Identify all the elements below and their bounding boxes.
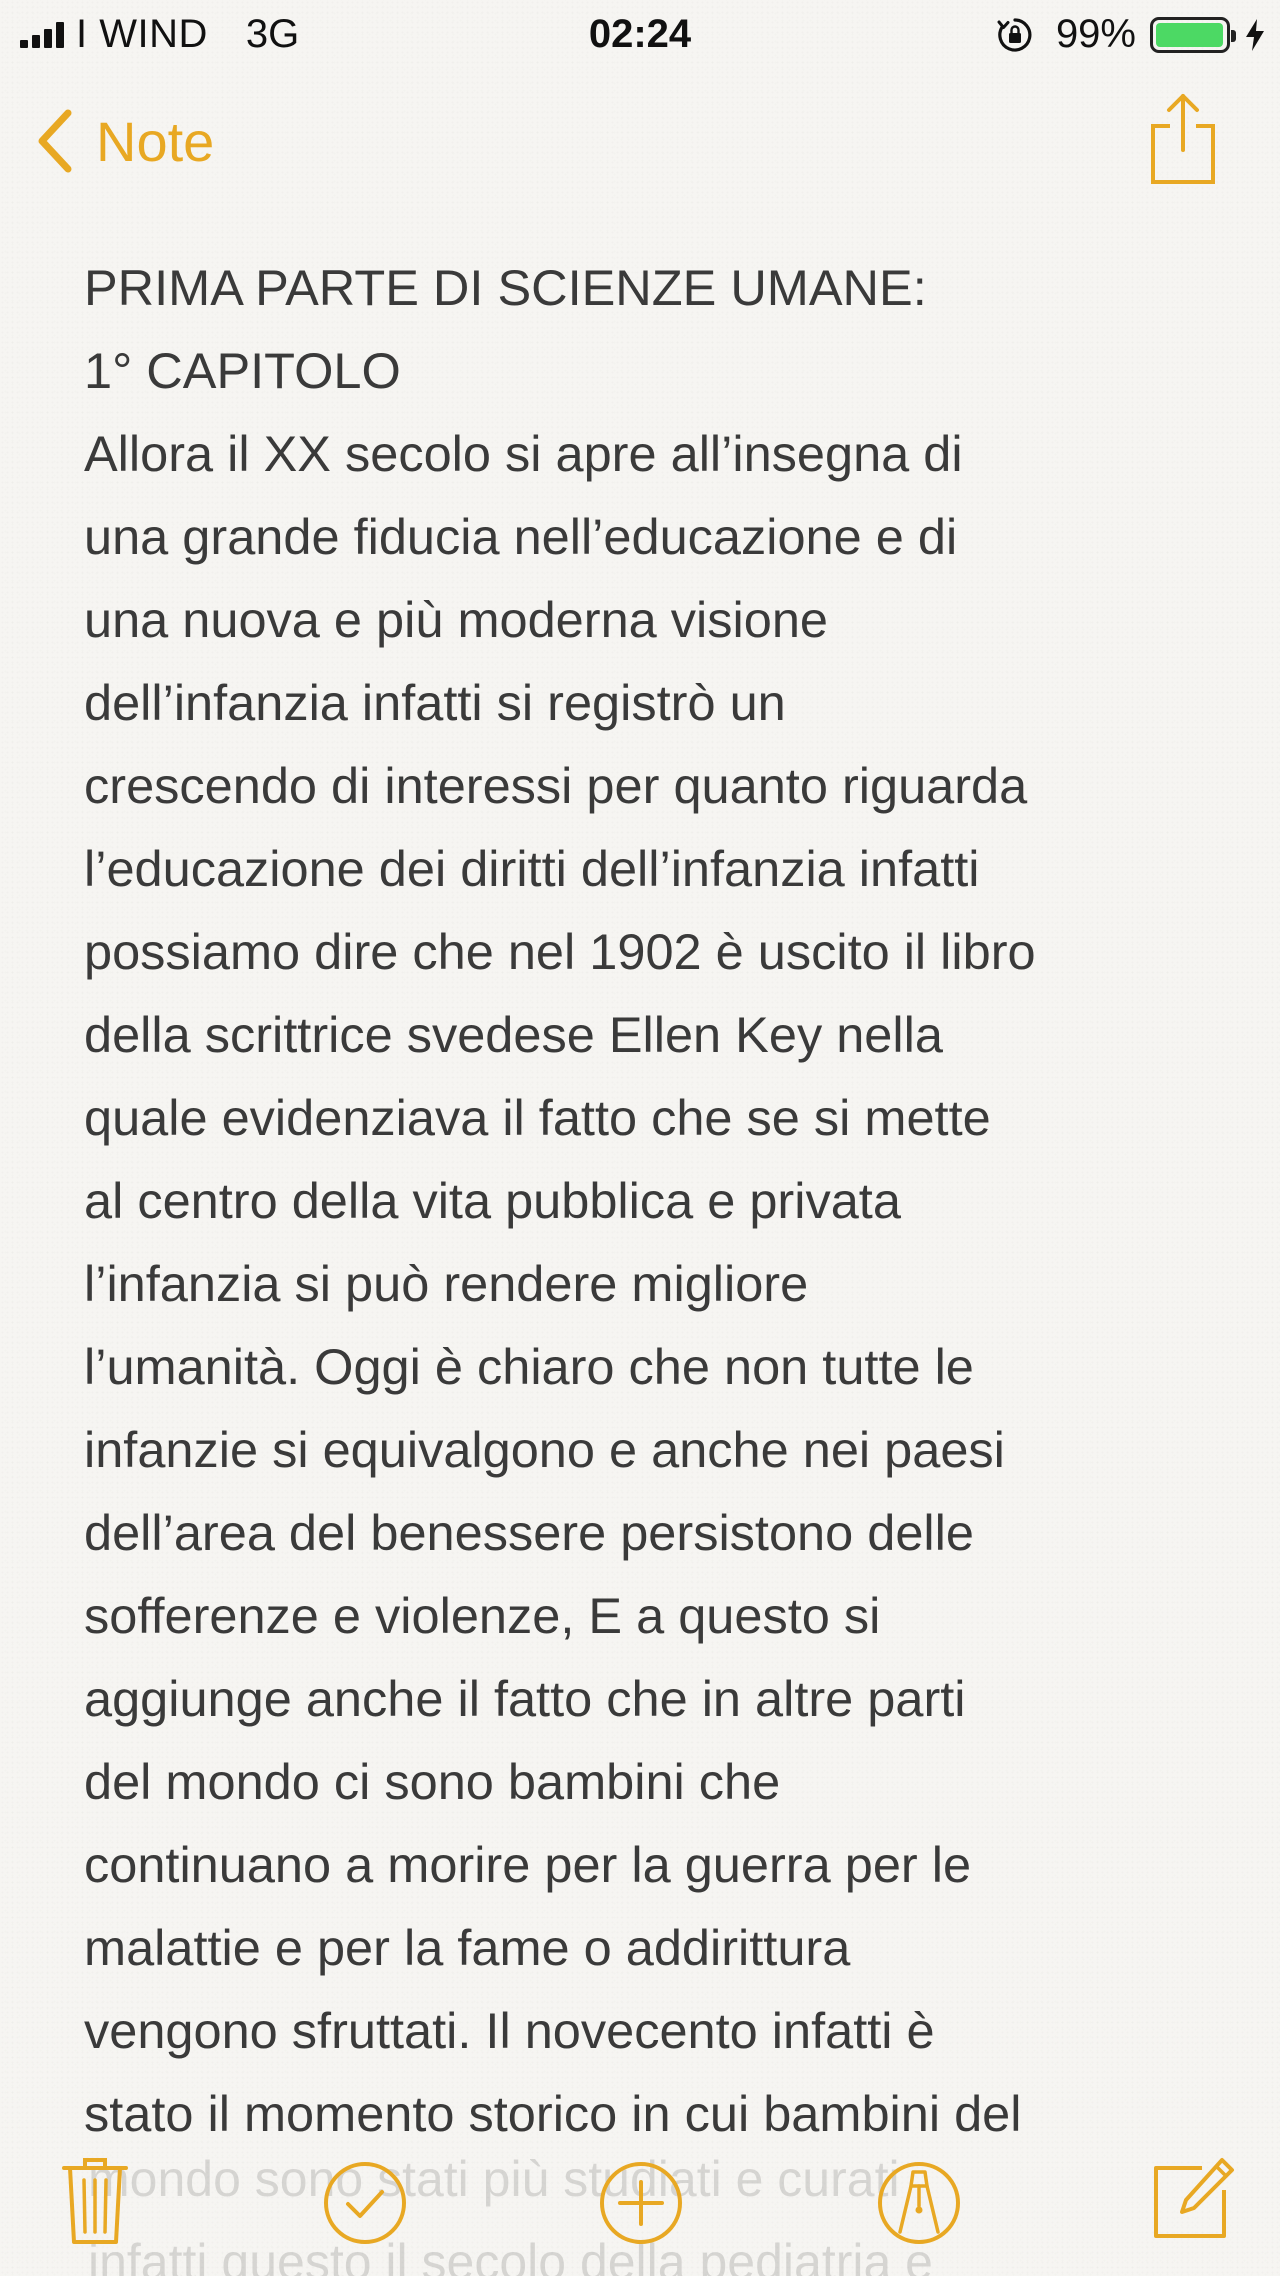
note-text-line: dell’infanzia infatti si registrò un bbox=[84, 674, 786, 731]
note-text-line: una grande fiducia nell’educazione e di bbox=[84, 508, 958, 565]
battery-percent: 99% bbox=[1055, 12, 1136, 56]
pen-tip-circle-icon[interactable] bbox=[876, 2160, 962, 2246]
status-bar: I WIND 3G 02:24 99% bbox=[0, 0, 1280, 66]
rotation-lock-icon bbox=[997, 17, 1032, 52]
back-button[interactable]: Note bbox=[34, 108, 214, 174]
status-right: 99% bbox=[996, 12, 1266, 57]
checkmark-circle-icon[interactable] bbox=[322, 2160, 408, 2246]
compose-icon[interactable] bbox=[1152, 2156, 1236, 2240]
note-heading-line: PRIMA PARTE DI SCIENZE UMANE: bbox=[84, 259, 927, 316]
note-text-line: infanzie si equivalgono e anche nei paes… bbox=[84, 1421, 1005, 1478]
plus-circle-icon[interactable] bbox=[598, 2160, 684, 2246]
note-text-line: sofferenze e violenze, E a questo si bbox=[84, 1587, 881, 1644]
note-text-line: aggiunge anche il fatto che in altre par… bbox=[84, 1670, 966, 1727]
note-heading-line: 1° CAPITOLO bbox=[84, 342, 401, 399]
note-text-line: l’infanzia si può rendere migliore bbox=[84, 1255, 809, 1312]
share-icon[interactable] bbox=[1148, 92, 1218, 186]
note-text-line: dell’area del benessere persistono delle bbox=[84, 1504, 974, 1561]
battery-nub bbox=[1231, 29, 1236, 42]
note-text-line: malattie e per la fame o addirittura bbox=[84, 1919, 851, 1976]
back-label: Note bbox=[96, 109, 215, 173]
note-text-line: continuano a morire per la guerra per le bbox=[84, 1836, 972, 1893]
note-text-line: della scrittrice svedese Ellen Key nella bbox=[84, 1006, 943, 1063]
note-text-line: al centro della vita pubblica e privata bbox=[84, 1172, 901, 1229]
battery-fill bbox=[1156, 22, 1224, 47]
note-text-line: una nuova e più moderna visione bbox=[84, 591, 828, 648]
chevron-left-icon bbox=[38, 109, 72, 173]
note-text-line: l’umanità. Oggi è chiaro che non tutte l… bbox=[84, 1338, 974, 1395]
battery-icon bbox=[1150, 16, 1236, 53]
bottom-toolbar bbox=[0, 2140, 1280, 2260]
note-text-line: possiamo dire che nel 1902 è uscito il l… bbox=[84, 923, 1036, 980]
note-text-line: quale evidenziava il fatto che se si met… bbox=[84, 1089, 991, 1146]
note-text-line: vengono sfruttati. Il novecento infatti … bbox=[84, 2002, 935, 2059]
note-text-body[interactable]: PRIMA PARTE DI SCIENZE UMANE: 1° CAPITOLO… bbox=[84, 246, 1214, 2155]
trash-icon[interactable] bbox=[60, 2154, 130, 2246]
note-text-line: crescendo di interessi per quanto riguar… bbox=[84, 757, 1028, 814]
note-text-line: Allora il XX secolo si apre all’insegna … bbox=[84, 425, 963, 482]
note-text-line: l’educazione dei diritti dell’infanzia i… bbox=[84, 840, 980, 897]
note-text-line: del mondo ci sono bambini che bbox=[84, 1753, 781, 1810]
charging-bolt-icon bbox=[1246, 18, 1264, 51]
